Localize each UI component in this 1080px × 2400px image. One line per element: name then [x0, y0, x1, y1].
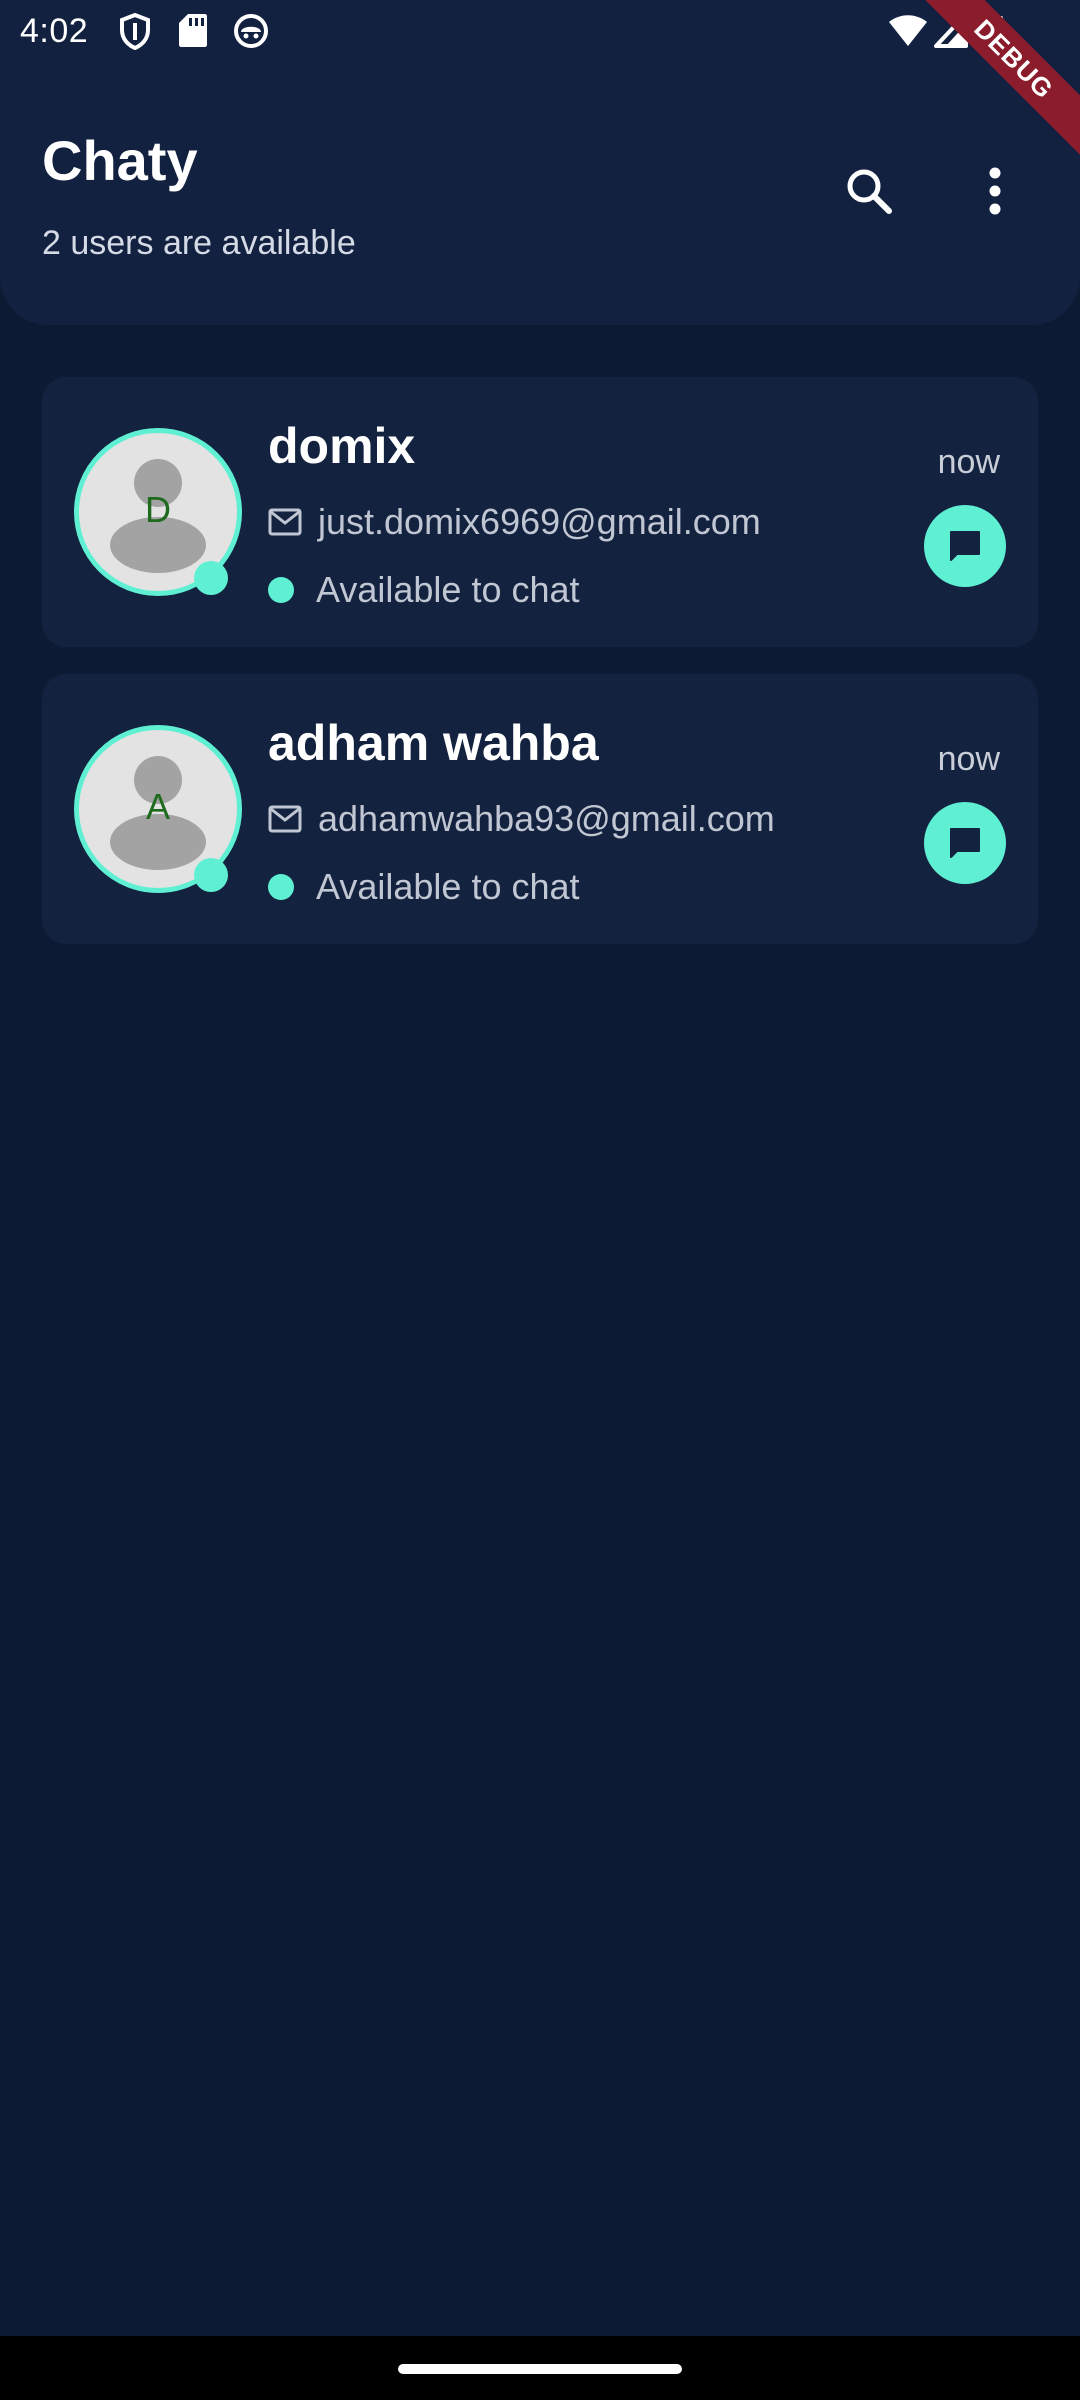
- user-name: adham wahba: [268, 715, 599, 771]
- chat-button[interactable]: [924, 802, 1006, 884]
- search-button[interactable]: [824, 148, 914, 238]
- more-vert-icon: [987, 166, 1003, 221]
- mail-icon: [268, 508, 302, 536]
- debug-banner-label: DEBUG: [920, 0, 1080, 160]
- online-indicator: [194, 858, 228, 892]
- status-dot: [268, 577, 294, 603]
- home-indicator[interactable]: [398, 2364, 682, 2374]
- user-email: adhamwahba93@gmail.com: [318, 798, 775, 839]
- email-row: adhamwahba93@gmail.com: [268, 798, 775, 840]
- last-seen-time: now: [937, 443, 1000, 481]
- email-row: just.domix6969@gmail.com: [268, 501, 761, 543]
- avatar-initial: A: [145, 786, 170, 827]
- chat-button[interactable]: [924, 505, 1006, 587]
- status-bar: 4:02: [0, 0, 1080, 64]
- status-dot: [268, 874, 294, 900]
- chat-bubble-icon: [948, 826, 982, 860]
- sd-card-icon: [178, 12, 208, 48]
- user-status: Available to chat: [316, 866, 580, 907]
- app-subtitle: 2 users are available: [42, 224, 356, 262]
- navigation-bar: [0, 2336, 1080, 2400]
- status-time: 4:02: [20, 12, 89, 50]
- online-indicator: [194, 561, 228, 595]
- user-list: D domix just.domix6969@gmail.com Availab…: [42, 377, 1038, 971]
- status-row: Available to chat: [268, 866, 580, 908]
- more-options-button[interactable]: [950, 148, 1040, 238]
- user-name: domix: [268, 418, 416, 474]
- last-seen-time: now: [937, 740, 1000, 778]
- user-status: Available to chat: [316, 569, 580, 610]
- status-row: Available to chat: [268, 569, 580, 611]
- mail-icon: [268, 805, 302, 833]
- search-icon: [844, 166, 894, 221]
- debug-banner: DEBUG: [920, 0, 1080, 160]
- avatar-initial: D: [145, 489, 171, 530]
- app-title: Chaty: [42, 129, 198, 192]
- user-email: just.domix6969@gmail.com: [318, 501, 761, 542]
- chat-bubble-icon: [948, 529, 982, 563]
- user-card[interactable]: A adham wahba adhamwahba93@gmail.com Ava…: [42, 674, 1038, 944]
- user-card[interactable]: D domix just.domix6969@gmail.com Availab…: [42, 377, 1038, 647]
- android-debug-icon: [232, 12, 270, 50]
- shield-icon: [118, 12, 152, 50]
